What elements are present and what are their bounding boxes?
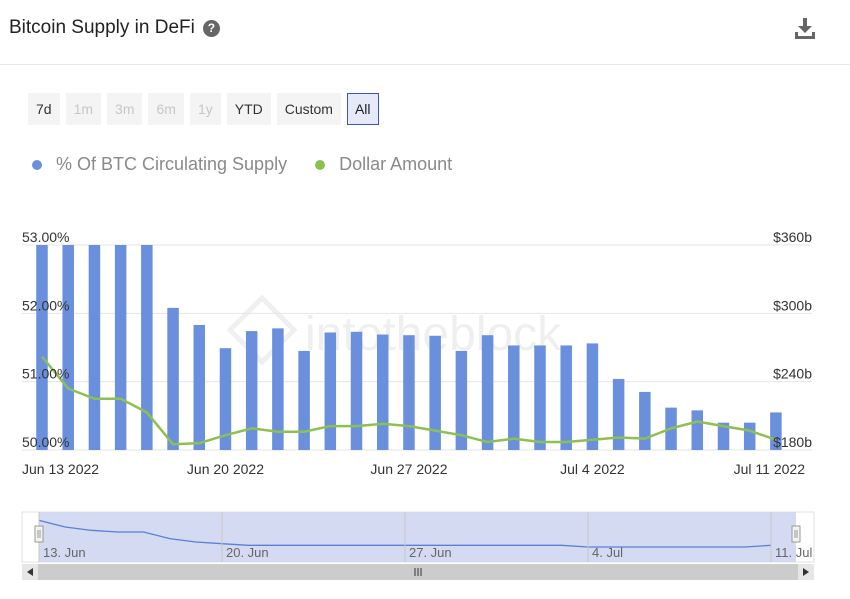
legend-item-bar[interactable]: % Of BTC Circulating Supply [32,154,287,175]
bar [193,324,206,450]
y-left-tick-label: 51.00% [22,366,69,382]
navigator-label: 4. Jul [592,545,623,560]
bar [639,391,651,450]
line-series [41,355,777,446]
bar [612,378,625,450]
bar [36,245,48,450]
bar [376,334,389,450]
navigator-series [38,519,772,548]
y-left-tick-label: 53.00% [22,229,69,245]
range-button-custom[interactable]: Custom [276,93,341,125]
y-axis-left: 50.00% 51.00% 52.00% 53.00% [22,229,69,450]
bar [245,331,258,450]
bar [770,412,782,450]
y-axis-right: $180b $240b $300b $360b [773,229,812,450]
bar [88,245,101,450]
grid [22,244,812,451]
x-tick-label: Jun 27 2022 [370,461,447,477]
chart-title-text: Bitcoin Supply in DeFi [9,17,195,38]
download-icon[interactable] [794,18,816,40]
scroll-right-button[interactable] [798,564,814,580]
scrollbar [22,564,814,580]
range-button-all[interactable]: All [346,93,379,125]
range-selector: 7d 1m 3m 6m 1y YTD Custom All [28,93,379,125]
bar [62,245,74,450]
bar [114,245,127,450]
range-button-7d[interactable]: 7d [28,93,60,125]
navigator-handle-right[interactable] [791,525,801,543]
bar [219,348,232,450]
chart-canvas: intotheblock 50.00% 51.00% 52.00% 53.00% $1… [21,229,815,580]
bar [534,345,546,450]
watermark-logo [226,294,298,366]
bar [508,345,520,450]
dollar-amount-line [41,355,777,446]
bar [324,332,337,450]
range-button-1m[interactable]: 1m [65,93,102,125]
watermark-text: intotheblock [305,308,562,361]
bar-series [36,245,782,450]
bar [455,350,468,450]
bar [141,245,153,450]
navigator-frame [21,511,815,563]
navigator-label: 20. Jun [226,545,269,560]
range-button-6m[interactable]: 6m [148,93,184,125]
bar [560,345,572,450]
bar [403,335,415,450]
bar [167,307,179,450]
navigator-label: 11. Jul [775,545,812,560]
x-tick-label: Jul 4 2022 [560,461,625,477]
arrow-right-icon [803,568,809,576]
range-button-1y[interactable]: 1y [189,93,221,125]
bar [350,331,363,450]
scrollbar-track [22,564,814,580]
bar [743,422,756,450]
chart-title: Bitcoin Supply in DeFi ? [9,17,220,39]
y-right-tick-label: $240b [773,366,812,382]
card-header: Bitcoin Supply in DeFi ? [0,0,850,65]
bar [586,343,599,450]
navigator: 13. Jun 20. Jun 27. Jun 4. Jul 11. Jul [21,511,815,563]
x-tick-label: Jul 11 2022 [734,461,806,477]
y-right-tick-label: $180b [773,434,812,450]
x-axis: Jun 13 2022 Jun 20 2022 Jun 27 2022 Jul 4 2… [22,461,805,477]
navigator-selection [39,512,796,562]
help-icon[interactable]: ? [202,19,220,37]
legend-item-line[interactable]: Dollar Amount [315,154,452,175]
range-button-3m[interactable]: 3m [107,93,143,125]
bar [272,328,284,450]
legend-dot [315,159,326,170]
watermark: intotheblock [226,294,562,366]
bar [717,422,730,450]
bar [691,410,704,450]
navigator-label: 27. Jun [409,545,452,560]
x-tick-label: Jun 20 2022 [187,461,264,477]
y-left-tick-label: 50.00% [22,434,69,450]
bar [429,335,441,450]
x-tick-label: Jun 13 2022 [22,461,99,477]
bar [665,407,677,450]
legend-dot [32,159,42,170]
y-right-tick-label: $300b [773,297,812,313]
navigator-label: 13. Jun [43,545,86,560]
scroll-left-button[interactable] [22,564,38,580]
arrow-left-icon [27,568,33,576]
legend-label: Dollar Amount [339,154,453,174]
y-right-tick-label: $360b [773,229,812,245]
bar [298,350,310,450]
range-button-ytd[interactable]: YTD [226,93,271,125]
legend-label: % Of BTC Circulating Supply [56,154,288,174]
legend: % Of BTC Circulating Supply Dollar Amount [32,154,452,175]
y-left-tick-label: 52.00% [22,297,69,313]
scrollbar-thumb[interactable] [38,564,798,580]
navigator-handle-left[interactable] [34,525,44,543]
bar [481,335,494,450]
